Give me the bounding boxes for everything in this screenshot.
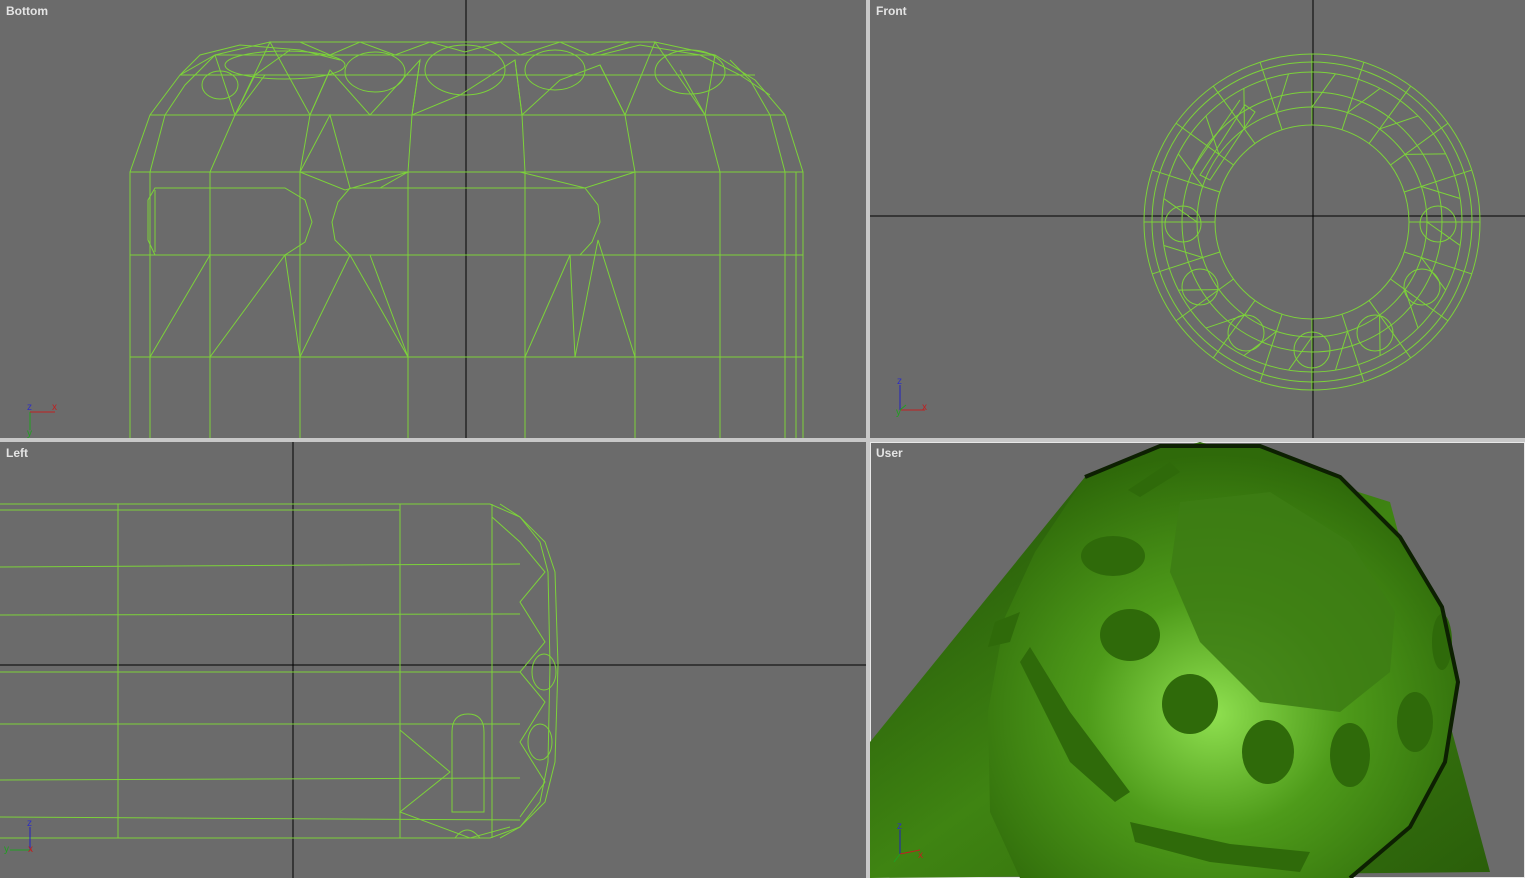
viewport-left[interactable]: Left z x y [0,442,866,878]
svg-text:y: y [4,844,9,855]
front-spoke [1175,122,1234,166]
front-facet [1405,153,1446,155]
front-facet [1311,73,1336,108]
viewport-label-front[interactable]: Front [876,4,907,18]
front-facet [1334,331,1349,371]
svg-text:x: x [918,850,923,861]
front-spoke [1368,300,1412,359]
left-wireframe: z x y [0,442,866,878]
viewport-label-user[interactable]: User [876,446,903,460]
viewport-separator-vertical[interactable] [866,0,870,878]
front-spoke [1390,122,1449,166]
svg-text:z: z [27,818,32,829]
svg-text:z: z [897,821,902,832]
front-facet [1163,198,1198,223]
front-facet [1421,185,1461,200]
front-spoke [1390,278,1449,322]
axis-tripod-front: z x y [896,376,927,418]
front-facet [1163,244,1203,259]
front-facet [1288,336,1313,371]
axis-tripod-bottom: z x y [27,402,57,438]
svg-text:x: x [52,402,57,413]
front-spoke [1212,300,1256,359]
svg-text:z: z [27,402,32,413]
front-spoke [1175,278,1234,322]
svg-text:z: z [897,376,902,387]
front-facet [1177,153,1204,187]
viewport-label-left[interactable]: Left [6,446,28,460]
front-facet [1275,73,1290,113]
user-shaded-model: z x [870,442,1490,878]
front-wireframe: z x y [870,0,1525,438]
viewport-separator-horizontal[interactable] [0,438,1525,442]
front-facet [1347,87,1381,114]
viewport-bottom[interactable]: Bottom z x y [0,0,866,438]
front-facet [1379,315,1381,356]
front-facet [1426,221,1461,246]
svg-text:x: x [922,402,927,413]
front-facet [1178,289,1219,291]
viewport-front[interactable]: Front z x y [870,0,1525,438]
front-facet [1243,88,1245,129]
svg-text:y: y [896,407,901,418]
front-spoke [1212,85,1256,144]
bottom-wireframe: z x y [27,0,804,438]
svg-text:x: x [28,844,33,855]
front-facet [1379,115,1419,130]
front-facet [1404,289,1419,329]
viewport-grid: Bottom z x y Front z x y Left z x y User… [0,0,1525,878]
axis-tripod-left: z x y [4,818,33,855]
viewport-label-bottom[interactable]: Bottom [6,4,48,18]
viewport-user[interactable]: User z x [869,441,1525,878]
front-spoke [1368,85,1412,144]
svg-text:y: y [27,428,32,438]
